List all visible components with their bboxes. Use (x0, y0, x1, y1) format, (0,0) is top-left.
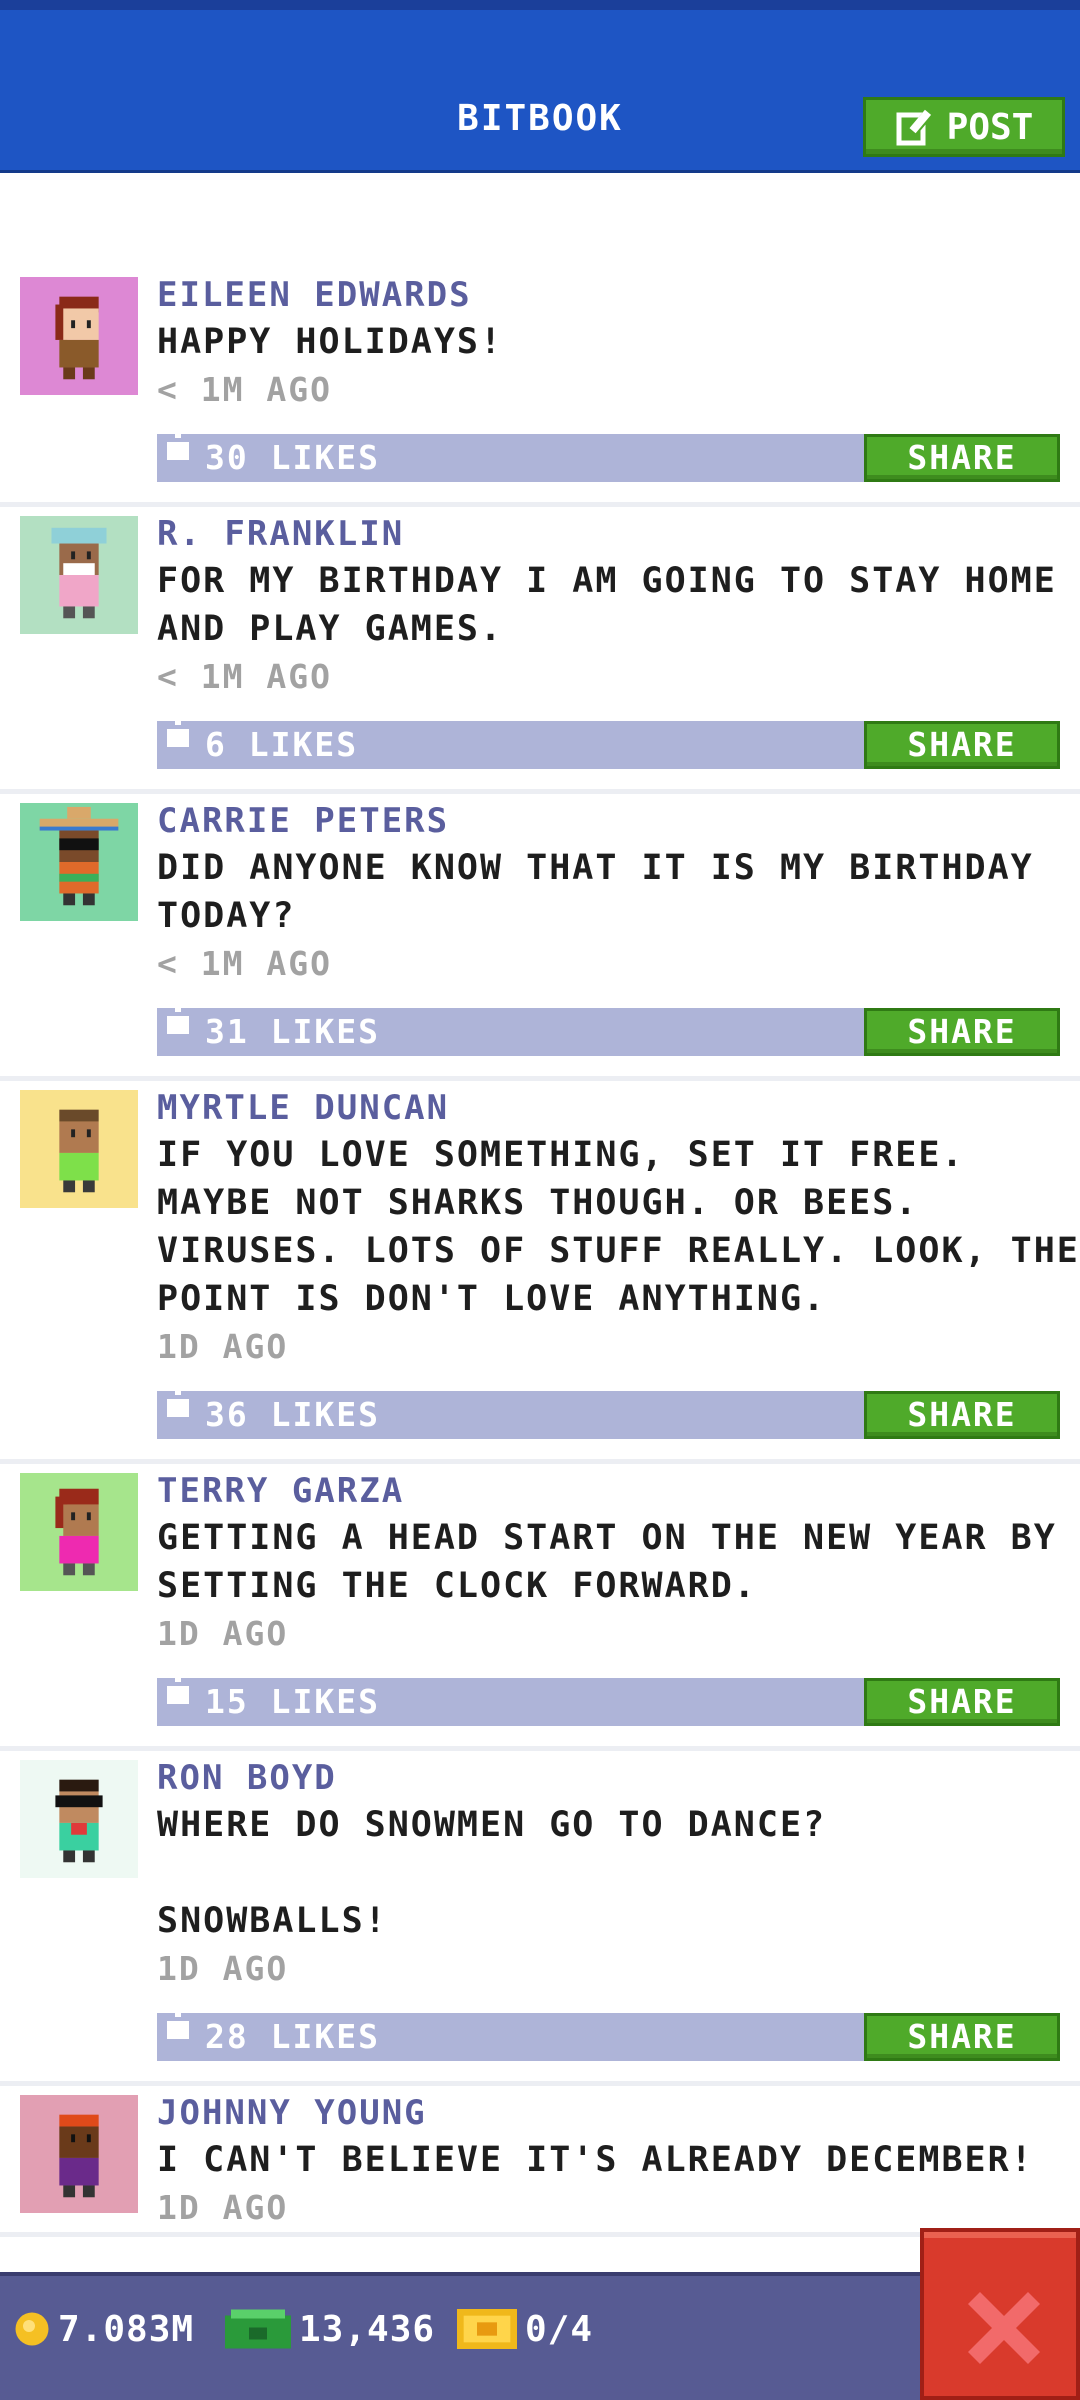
post-time: 1D AGO (157, 1949, 289, 1988)
like-bar: 6 LIKES SHARE (157, 713, 1060, 769)
like-icon[interactable] (165, 2005, 191, 2045)
post-author[interactable]: CARRIE PETERS (157, 798, 1080, 844)
coins-stat: 7.083M (14, 2304, 194, 2354)
post-message: HAPPY HOLIDAYS! (157, 322, 504, 362)
feed-post: JOHNNY YOUNG I CAN'T BELIEVE IT'S ALREAD… (0, 2086, 1080, 2237)
post-time: 1D AGO (157, 1614, 289, 1653)
post-author[interactable]: RON BOYD (157, 1755, 1080, 1801)
like-count: 28 LIKES (205, 2017, 380, 2056)
post-author[interactable]: TERRY GARZA (157, 1468, 1080, 1514)
post-message: DID ANYONE KNOW THAT IT IS MY BIRTHDAY T… (157, 848, 1034, 936)
feed-post: CARRIE PETERS DID ANYONE KNOW THAT IT IS… (0, 794, 1080, 1081)
like-count: 31 LIKES (205, 1012, 380, 1051)
like-icon[interactable] (165, 1383, 191, 1423)
coins-value: 7.083M (58, 2308, 195, 2350)
like-icon[interactable] (165, 1670, 191, 1710)
share-button[interactable]: SHARE (864, 1391, 1060, 1439)
bux-value: 13,436 (299, 2308, 436, 2350)
currency-bar: 7.083M 13,436 0/4 (0, 2272, 1080, 2400)
tickets-stat: 0/4 (457, 2304, 593, 2354)
avatar[interactable] (20, 277, 138, 395)
like-count: 36 LIKES (205, 1395, 380, 1434)
avatar[interactable] (20, 1090, 138, 1208)
like-bar: 15 LIKES SHARE (157, 1670, 1060, 1726)
like-bar: 36 LIKES SHARE (157, 1383, 1060, 1439)
post-time: 1D AGO (157, 2188, 289, 2227)
post-author[interactable]: MYRTLE DUNCAN (157, 1085, 1080, 1131)
feed-post: RON BOYD WHERE DO SNOWMEN GO TO DANCE? S… (0, 1751, 1080, 2086)
post-button[interactable]: POST (863, 97, 1065, 157)
feed-post: TERRY GARZA GETTING A HEAD START ON THE … (0, 1464, 1080, 1751)
avatar[interactable] (20, 1760, 138, 1878)
feed-post: R. FRANKLIN FOR MY BIRTHDAY I AM GOING T… (0, 507, 1080, 794)
top-bar: BITBOOK POST (0, 0, 1080, 173)
post-author[interactable]: R. FRANKLIN (157, 511, 1080, 557)
post-message: I CAN'T BELIEVE IT'S ALREADY DECEMBER! (157, 2140, 1034, 2180)
post-time: < 1M AGO (157, 370, 332, 409)
share-button[interactable]: SHARE (864, 721, 1060, 769)
avatar[interactable] (20, 803, 138, 921)
like-bar: 30 LIKES SHARE (157, 426, 1060, 482)
ticket-icon (457, 2309, 517, 2349)
post-time: 1D AGO (157, 1327, 289, 1366)
post-author[interactable]: JOHNNY YOUNG (157, 2090, 1080, 2136)
like-bar: 28 LIKES SHARE (157, 2005, 1060, 2061)
bux-stat: 13,436 (225, 2304, 435, 2354)
news-feed: EILEEN EDWARDS HAPPY HOLIDAYS! < 1M AGO … (0, 268, 1080, 2237)
share-button[interactable]: SHARE (864, 1008, 1060, 1056)
bux-icon (225, 2309, 291, 2349)
like-icon[interactable] (165, 426, 191, 466)
like-count: 6 LIKES (205, 725, 359, 764)
post-message: WHERE DO SNOWMEN GO TO DANCE? SNOWBALLS! (157, 1805, 827, 1941)
coin-icon (15, 2312, 49, 2346)
share-button[interactable]: SHARE (864, 2013, 1060, 2061)
close-icon (968, 2292, 1040, 2364)
avatar[interactable] (20, 2095, 138, 2213)
tickets-value: 0/4 (525, 2308, 594, 2350)
compose-icon (895, 107, 935, 147)
post-message: IF YOU LOVE SOMETHING, SET IT FREE. MAYB… (157, 1135, 1080, 1319)
post-time: < 1M AGO (157, 944, 332, 983)
post-message: FOR MY BIRTHDAY I AM GOING TO STAY HOME … (157, 561, 1057, 649)
like-bar: 31 LIKES SHARE (157, 1000, 1060, 1056)
share-button[interactable]: SHARE (864, 1678, 1060, 1726)
like-icon[interactable] (165, 713, 191, 753)
like-count: 15 LIKES (205, 1682, 380, 1721)
post-time: < 1M AGO (157, 657, 332, 696)
feed-post: MYRTLE DUNCAN IF YOU LOVE SOMETHING, SET… (0, 1081, 1080, 1464)
post-button-label: POST (946, 106, 1034, 148)
close-button[interactable] (920, 2228, 1080, 2400)
avatar[interactable] (20, 516, 138, 634)
post-message: GETTING A HEAD START ON THE NEW YEAR BY … (157, 1518, 1057, 1606)
like-icon[interactable] (165, 1000, 191, 1040)
like-count: 30 LIKES (205, 438, 380, 477)
avatar[interactable] (20, 1473, 138, 1591)
share-button[interactable]: SHARE (864, 434, 1060, 482)
post-author[interactable]: EILEEN EDWARDS (157, 272, 1080, 318)
feed-post: EILEEN EDWARDS HAPPY HOLIDAYS! < 1M AGO … (0, 268, 1080, 507)
